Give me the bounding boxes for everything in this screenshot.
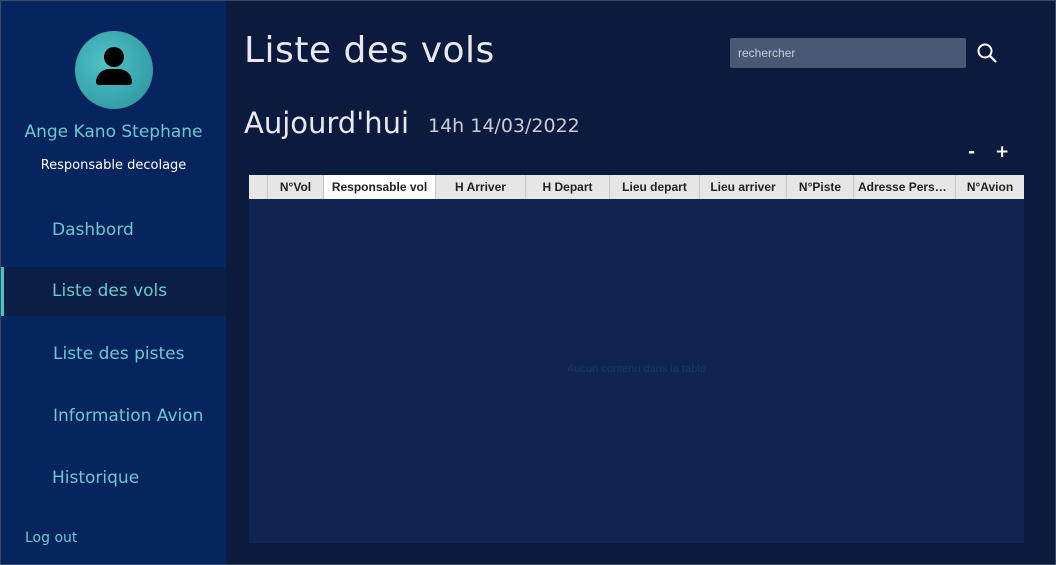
table-empty-message: Aucun contenu dans la table [567, 363, 706, 375]
flights-table: N°Vol Responsable vol H Arriver H Depart… [249, 175, 1024, 543]
logout-link[interactable]: Log out [25, 530, 77, 546]
column-header-responsable-vol[interactable]: Responsable vol [324, 175, 436, 199]
column-header-adresse-perso[interactable]: Adresse Perso... [854, 175, 956, 199]
table-header: N°Vol Responsable vol H Arriver H Depart… [249, 175, 1024, 199]
sidebar-item-historique[interactable]: Historique [1, 454, 226, 503]
zoom-out-button[interactable]: - [968, 142, 975, 162]
user-role: Responsable decolage [40, 158, 187, 173]
sidebar-item-liste-des-vols[interactable]: Liste des vols [1, 267, 226, 316]
today-datetime: 14h 14/03/2022 [428, 115, 580, 137]
column-header-lieu-depart[interactable]: Lieu depart [610, 175, 700, 199]
column-header-n-avion[interactable]: N°Avion [956, 175, 1024, 199]
column-header-h-arriver[interactable]: H Arriver [436, 175, 526, 199]
sidebar: Ange Kano Stephane Responsable decolage … [1, 1, 226, 564]
column-header-h-depart[interactable]: H Depart [526, 175, 610, 199]
search-icon[interactable] [976, 42, 998, 64]
user-icon-body [96, 69, 132, 85]
column-header-n-piste[interactable]: N°Piste [787, 175, 854, 199]
zoom-in-button[interactable]: + [995, 142, 1009, 162]
avatar [75, 31, 153, 109]
sidebar-item-liste-des-pistes[interactable]: Liste des pistes [1, 330, 226, 379]
page-title: Liste des vols [244, 30, 495, 71]
search-input[interactable] [730, 38, 966, 68]
column-header-lieu-arriver[interactable]: Lieu arriver [700, 175, 787, 199]
user-icon-head [104, 47, 124, 67]
sidebar-item-information-avion[interactable]: Information Avion [1, 392, 226, 441]
column-header-n-vol[interactable]: N°Vol [268, 175, 324, 199]
table-header-spacer [249, 175, 268, 199]
user-name: Ange Kano Stephane [24, 122, 203, 142]
sidebar-item-dashbord[interactable]: Dashbord [1, 206, 226, 255]
today-label: Aujourd'hui [244, 106, 410, 140]
